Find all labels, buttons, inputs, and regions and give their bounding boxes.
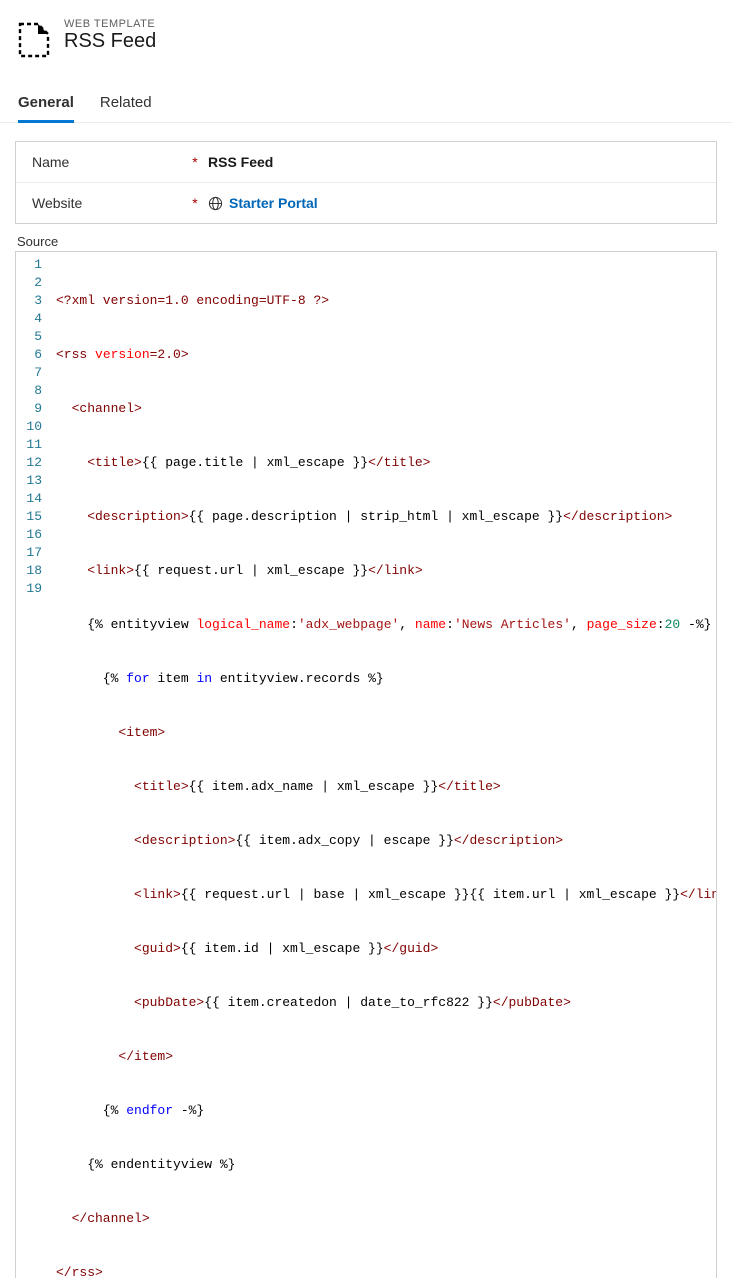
entity-overline: WEB TEMPLATE — [64, 18, 156, 30]
page-header: WEB TEMPLATE RSS Feed — [0, 0, 732, 68]
website-value: Starter Portal — [229, 195, 318, 211]
globe-icon — [208, 196, 223, 211]
file-dashed-icon — [18, 22, 50, 58]
form-panel: Name * RSS Feed Website * Starter Portal — [15, 141, 717, 224]
website-lookup[interactable]: Starter Portal — [208, 195, 318, 211]
row-website: Website * Starter Portal — [16, 183, 716, 223]
line-gutter: 12345678910111213141516171819 — [16, 252, 50, 1278]
source-label: Source — [15, 224, 717, 251]
tab-general[interactable]: General — [18, 86, 74, 123]
name-field[interactable]: RSS Feed — [208, 154, 273, 170]
website-label: Website — [32, 195, 182, 211]
code-editor[interactable]: 12345678910111213141516171819 <?xml vers… — [15, 251, 717, 1278]
code-content[interactable]: <?xml version=1.0 encoding=UTF-8 ?> <rss… — [50, 252, 716, 1278]
tab-related[interactable]: Related — [100, 86, 152, 123]
name-label: Name — [32, 154, 182, 170]
row-name: Name * RSS Feed — [16, 142, 716, 183]
required-marker: * — [190, 154, 200, 170]
page-title: RSS Feed — [64, 30, 156, 53]
tab-bar: General Related — [0, 86, 732, 123]
required-marker: * — [190, 195, 200, 211]
